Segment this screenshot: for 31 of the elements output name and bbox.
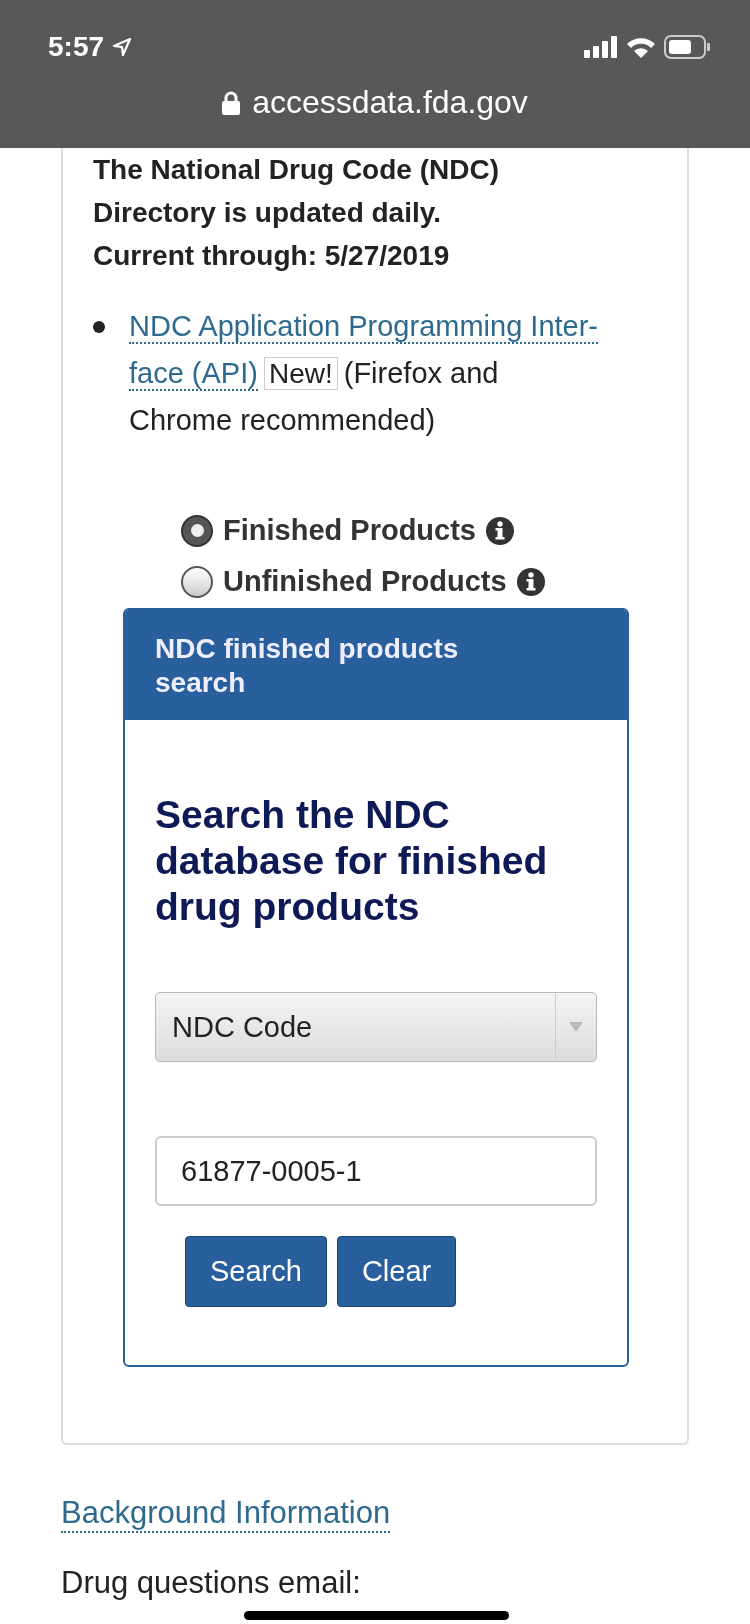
- info-icon[interactable]: [516, 567, 545, 596]
- ndc-code-field[interactable]: 61877-0005-1: [155, 1136, 597, 1206]
- signal-icon: [584, 36, 618, 58]
- radio-label[interactable]: Finished Products: [223, 514, 476, 547]
- wifi-icon: [626, 36, 656, 58]
- intro-text: Directory is updated daily.: [93, 196, 443, 230]
- background-information-link[interactable]: Background Information: [61, 1495, 391, 1533]
- status-time: 5:57: [48, 31, 105, 63]
- panel-title: NDC finished products search: [155, 633, 459, 698]
- info-icon[interactable]: [486, 516, 514, 545]
- clear-button[interactable]: Clear: [336, 1236, 457, 1307]
- radio-button[interactable]: [181, 514, 213, 547]
- dropdown-arrow-icon: [569, 1022, 583, 1032]
- browser-note: (Firefox and: [343, 357, 499, 389]
- bullet-icon: [93, 321, 105, 333]
- radio-button[interactable]: [181, 565, 213, 598]
- radio-label[interactable]: Unfinished Products: [223, 565, 507, 598]
- browser-note: Chrome recommended): [129, 404, 436, 436]
- intro-text: Current through: 5/27/2019: [93, 239, 451, 273]
- battery-icon: [664, 35, 710, 59]
- location-icon: [112, 37, 133, 57]
- url-text[interactable]: accessdata.fda.gov: [252, 84, 528, 121]
- search-button[interactable]: Search: [185, 1236, 327, 1307]
- api-link[interactable]: NDC Application Programming Inter-: [129, 310, 598, 344]
- search-type-dropdown[interactable]: NDC Code: [155, 992, 597, 1062]
- footer-text: Drug questions email:: [61, 1565, 362, 1601]
- intro-text: The National Drug Code (NDC): [93, 153, 500, 187]
- search-heading: Search the NDC database for finished drug products: [155, 792, 549, 930]
- api-link[interactable]: face (API): [129, 357, 258, 391]
- new-badge: New!: [263, 357, 338, 390]
- lock-icon: [222, 90, 241, 115]
